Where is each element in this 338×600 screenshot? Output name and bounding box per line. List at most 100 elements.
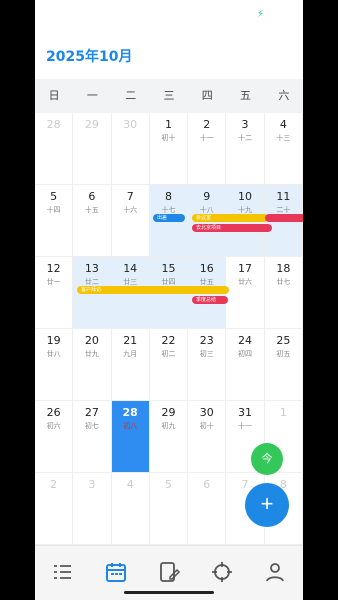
day-number: 17 xyxy=(238,262,253,275)
day-cell[interactable]: 6 xyxy=(188,473,227,545)
day-cell[interactable]: 20 廿九 xyxy=(73,329,112,401)
month-title[interactable]: 2025年10月 xyxy=(46,46,132,66)
day-number: 1 xyxy=(164,118,172,131)
day-number: 12 xyxy=(46,262,61,275)
day-cell[interactable]: 2 十一 xyxy=(188,113,227,185)
profile-icon[interactable] xyxy=(263,560,287,584)
day-number: 1 xyxy=(279,406,287,419)
day-cell[interactable]: 5 xyxy=(149,473,189,545)
day-number: 27 xyxy=(84,406,99,419)
home-indicator xyxy=(124,591,214,594)
lunar-date: 十一 xyxy=(238,422,253,430)
lunar-date: 初十 xyxy=(161,134,176,142)
lunar-date: 十四 xyxy=(46,206,61,214)
day-number: 28 xyxy=(46,118,61,131)
calendar-icon[interactable] xyxy=(104,560,128,584)
lunar-date: 初八 xyxy=(123,422,138,430)
day-number: 8 xyxy=(164,190,172,203)
day-number: 9 xyxy=(203,190,211,203)
day-cell[interactable]: 5 十四 xyxy=(35,185,74,257)
day-number: 20 xyxy=(84,334,99,347)
note-edit-icon[interactable] xyxy=(157,560,181,584)
lunar-date: 廿九 xyxy=(84,350,99,358)
today-button[interactable]: 今 xyxy=(251,443,283,475)
event-bar[interactable]: 出差 xyxy=(153,214,185,222)
day-number: 23 xyxy=(199,334,214,347)
day-number: 3 xyxy=(88,478,96,491)
lunar-date: 初七 xyxy=(84,422,99,430)
day-number: 2 xyxy=(50,478,58,491)
day-number: 11 xyxy=(276,190,291,203)
day-cell[interactable]: 29 初九 xyxy=(149,401,189,473)
day-cell[interactable]: 22 初二 xyxy=(149,329,189,401)
weekday-label: 一 xyxy=(86,89,98,102)
calendar-grid: 28 29 30 1 初十 2 十一 3 十二 4 十三 5 十四 6 十五 7 十六 8 十七 9 十八 10 十九 11 二… xyxy=(35,113,303,545)
event-bar[interactable]: 季度总结 xyxy=(192,296,228,304)
lunar-date: 十五 xyxy=(84,206,99,214)
weekday-label: 六 xyxy=(278,89,290,102)
day-cell[interactable]: 19 廿八 xyxy=(35,329,74,401)
day-number: 6 xyxy=(203,478,211,491)
day-number: 28 xyxy=(122,406,138,419)
day-cell[interactable]: 6 十五 xyxy=(73,185,112,257)
lunar-date: 初二 xyxy=(161,350,176,358)
lunar-date: 初四 xyxy=(238,350,253,358)
lunar-date: 初六 xyxy=(46,422,61,430)
day-number: 3 xyxy=(241,118,249,131)
day-number: 16 xyxy=(199,262,214,275)
lunar-date: 十一 xyxy=(199,134,214,142)
event-bar[interactable]: 客户拜访 xyxy=(77,286,229,294)
day-number: 7 xyxy=(126,190,134,203)
day-cell[interactable]: 23 初三 xyxy=(188,329,227,401)
day-number: 10 xyxy=(238,190,253,203)
event-bar-continued[interactable] xyxy=(265,214,303,222)
lunar-date: 廿一 xyxy=(46,278,61,286)
add-event-button[interactable]: + xyxy=(245,483,289,527)
lunar-date: 初五 xyxy=(276,350,291,358)
day-cell[interactable]: 28 xyxy=(35,113,74,185)
day-cell[interactable]: 2 xyxy=(35,473,74,545)
day-number: 29 xyxy=(161,406,176,419)
target-icon[interactable] xyxy=(210,560,234,584)
lunar-date: 廿七 xyxy=(276,278,291,286)
day-cell[interactable]: 12 廿一 xyxy=(35,257,74,329)
day-cell[interactable]: 4 十三 xyxy=(264,113,303,185)
day-number: 29 xyxy=(84,118,99,131)
day-cell-today[interactable]: 28 初八 xyxy=(111,401,150,473)
day-cell[interactable]: 3 xyxy=(73,473,112,545)
lunar-date: 初十 xyxy=(199,422,214,430)
day-cell[interactable]: 1 初十 xyxy=(149,113,189,185)
day-number: 5 xyxy=(50,190,58,203)
day-number: 24 xyxy=(238,334,253,347)
day-cell[interactable]: 27 初七 xyxy=(73,401,112,473)
lunar-date: 廿八 xyxy=(46,350,61,358)
day-cell[interactable]: 4 xyxy=(111,473,150,545)
day-number: 14 xyxy=(123,262,138,275)
day-number: 2 xyxy=(203,118,211,131)
charging-icon: ⚡ xyxy=(257,9,265,20)
event-bar[interactable]: 会议室 xyxy=(192,214,268,222)
lunar-date: 初九 xyxy=(161,422,176,430)
day-cell[interactable]: 18 廿七 xyxy=(264,257,303,329)
day-cell[interactable]: 26 初六 xyxy=(35,401,74,473)
day-number: 18 xyxy=(276,262,291,275)
day-cell[interactable]: 30 xyxy=(111,113,150,185)
day-cell[interactable]: 7 十六 xyxy=(111,185,150,257)
day-cell[interactable]: 29 xyxy=(73,113,112,185)
event-bar[interactable]: 去北京项目 xyxy=(192,224,272,232)
day-cell[interactable]: 17 廿六 xyxy=(226,257,265,329)
day-cell[interactable]: 25 初五 xyxy=(264,329,303,401)
day-cell[interactable]: 21 九月 xyxy=(111,329,150,401)
day-cell[interactable]: 30 初十 xyxy=(188,401,227,473)
day-number: 6 xyxy=(88,190,96,203)
day-number: 4 xyxy=(126,478,134,491)
day-cell[interactable]: 24 初四 xyxy=(226,329,265,401)
weekday-label: 二 xyxy=(125,89,137,102)
todo-list-icon[interactable] xyxy=(51,560,75,584)
day-cell[interactable]: 3 十二 xyxy=(226,113,265,185)
lunar-date: 九月 xyxy=(123,350,138,358)
day-number: 4 xyxy=(279,118,287,131)
weekday-header: 日 一 二 三 四 五 六 xyxy=(35,79,303,113)
lunar-date: 十六 xyxy=(123,206,138,214)
day-number: 30 xyxy=(199,406,214,419)
